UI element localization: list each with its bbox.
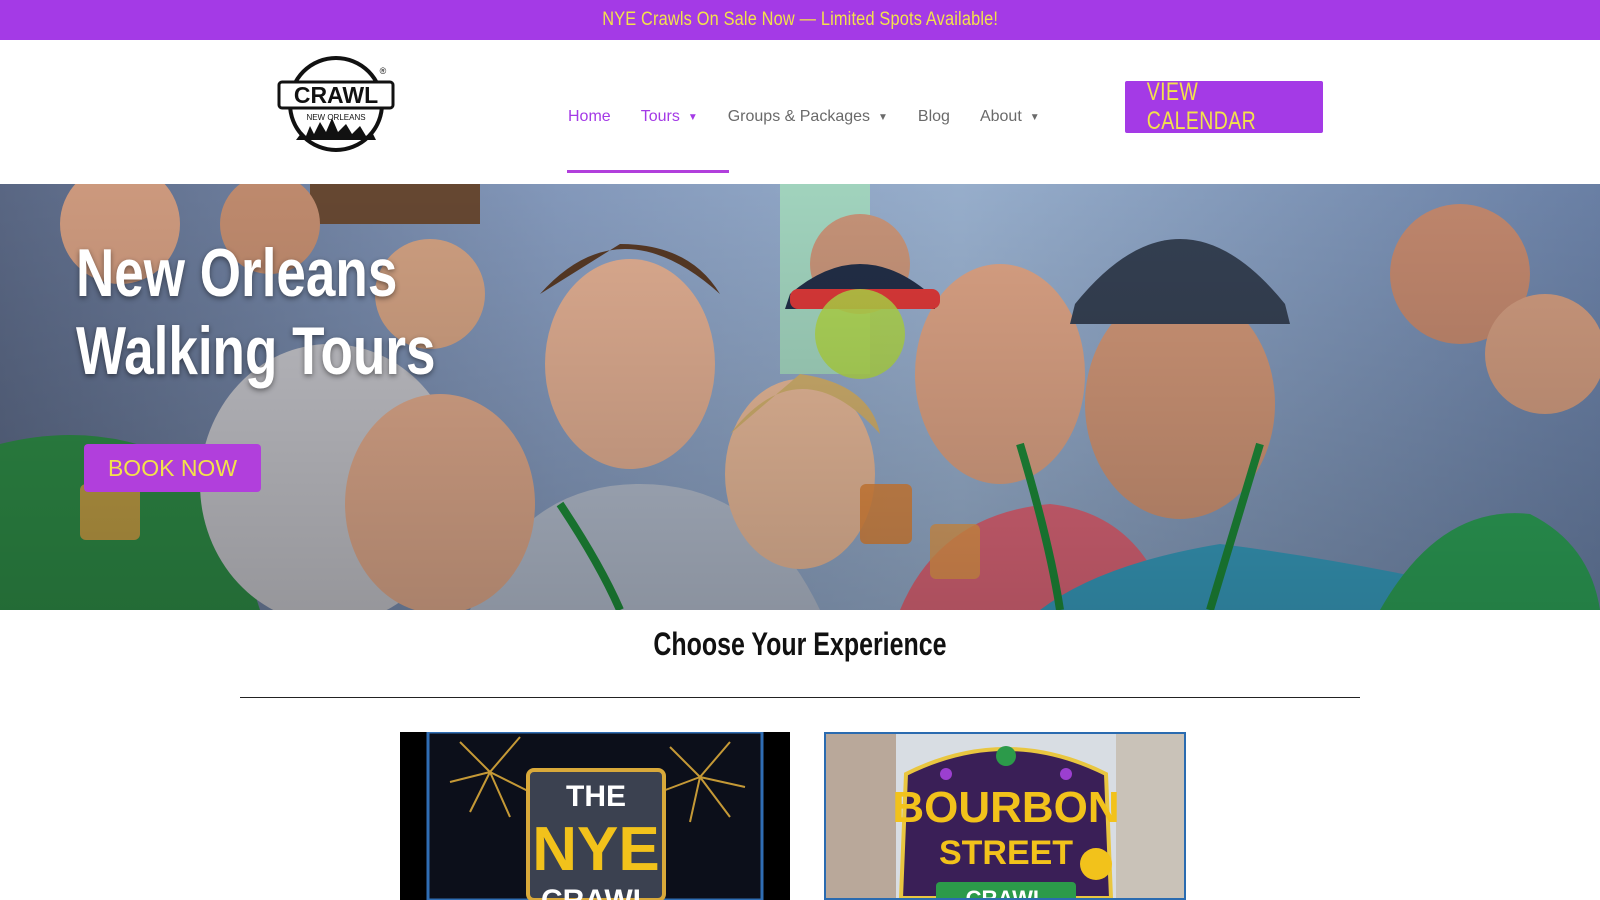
nav-item-label[interactable]: Tours (641, 108, 680, 126)
nav-item-about[interactable]: About ▼ (980, 108, 1040, 126)
nav-item-blog[interactable]: Blog (918, 108, 950, 126)
card-bourbon-line-1: BOURBON (892, 783, 1119, 832)
view-calendar-button[interactable]: VIEW CALENDAR (1125, 78, 1323, 135)
nav-item-home[interactable]: Home (568, 108, 611, 126)
nav-item-label[interactable]: Groups & Packages (728, 108, 870, 126)
bourbon-street-crawl-image[interactable]: BOURBON STREET CRAWL (826, 734, 1184, 898)
announcement-bar[interactable]: NYE Crawls On Sale Now — Limited Spots A… (0, 0, 1600, 40)
view-calendar-label: VIEW CALENDAR (1146, 78, 1257, 135)
site-header: CRAWL NEW ORLEANS ® Home Tours ▼ Groups … (0, 40, 1600, 184)
nav-item-label[interactable]: Blog (918, 108, 950, 126)
chevron-down-icon[interactable]: ▼ (1030, 112, 1040, 123)
main-nav: Home Tours ▼ Groups & Packages ▼ Blog Ab… (568, 108, 1070, 126)
section-title: Choose Your Experience (0, 626, 1600, 663)
section-title-text: Choose Your Experience (653, 626, 947, 662)
logo-registered-mark: ® (380, 66, 387, 76)
nav-item-tours[interactable]: Tours ▼ (641, 108, 698, 126)
card-nye-line-1: THE (566, 780, 626, 813)
chevron-down-icon[interactable]: ▼ (878, 112, 888, 123)
card-nye-crawl[interactable]: THE NYE CRAWL (400, 732, 790, 900)
section-divider (240, 697, 1360, 698)
logo-main-text: CRAWL (294, 82, 378, 108)
nav-item-label[interactable]: About (980, 108, 1022, 126)
card-bourbon-line-2: STREET (939, 834, 1073, 872)
nav-item-label[interactable]: Home (568, 108, 611, 126)
announcement-text[interactable]: NYE Crawls On Sale Now — Limited Spots A… (602, 9, 998, 31)
hero-title-line-2: Walking Tours (76, 313, 436, 389)
card-bourbon-line-3: CRAWL (966, 886, 1047, 898)
nav-active-underline (567, 170, 729, 173)
book-now-label: BOOK NOW (107, 454, 238, 481)
card-nye-line-3: CRAWL (541, 884, 651, 900)
card-nye-line-2: NYE (532, 815, 659, 884)
logo-sub-text: NEW ORLEANS (306, 113, 365, 122)
crawl-logo[interactable]: CRAWL NEW ORLEANS ® (276, 52, 396, 156)
hero-title-line-1: New Orleans (76, 235, 398, 311)
hero-title: New Orleans Walking Tours (76, 234, 436, 390)
hero-banner: New Orleans Walking Tours BOOK NOW (0, 184, 1600, 610)
chevron-down-icon[interactable]: ▼ (688, 112, 698, 123)
nye-crawl-image[interactable]: THE NYE CRAWL (400, 732, 790, 900)
card-bourbon-street-crawl[interactable]: BOURBON STREET CRAWL (824, 732, 1186, 900)
book-now-button[interactable]: BOOK NOW (84, 444, 261, 492)
nav-item-groups-packages[interactable]: Groups & Packages ▼ (728, 108, 888, 126)
